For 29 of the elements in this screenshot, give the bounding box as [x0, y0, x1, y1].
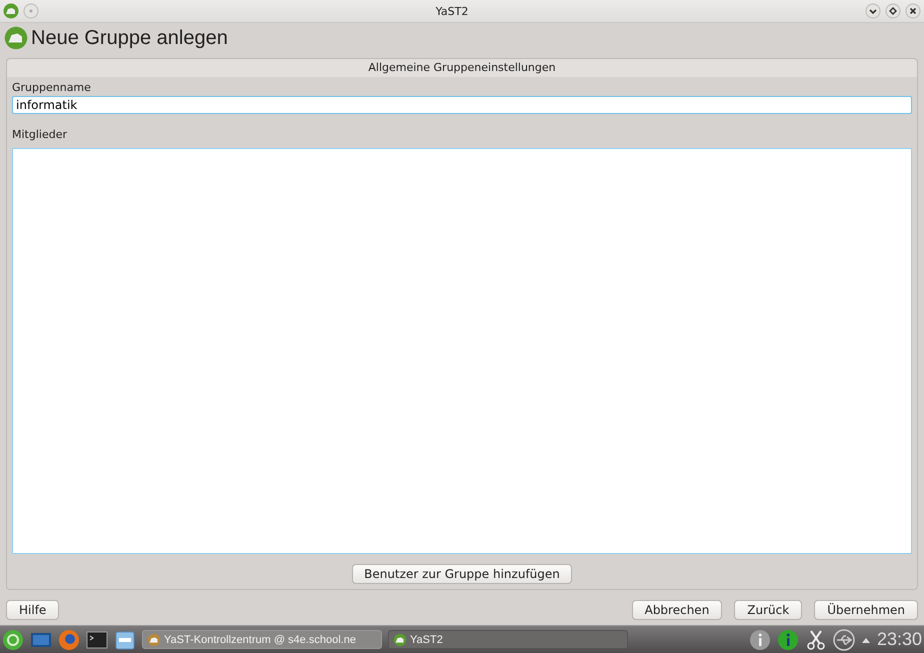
group-name-field[interactable]: informatik [12, 96, 912, 114]
panel-title: Allgemeine Gruppeneinstellungen [368, 61, 556, 74]
minimize-icon[interactable] [865, 3, 881, 19]
page-heading: Neue Gruppe anlegen [31, 26, 228, 50]
app-icon [4, 26, 28, 50]
field-label: Mitglieder [12, 127, 67, 143]
field-label: Gruppenname [12, 80, 91, 96]
help-button[interactable]: Hilfe [6, 600, 60, 620]
browser-icon[interactable] [58, 628, 80, 650]
accept-button[interactable]: Übernehmen [814, 600, 918, 620]
file-manager-icon[interactable] [114, 628, 136, 650]
taskbar-task[interactable]: YaST2 [388, 630, 628, 649]
cancel-button[interactable]: Abbrechen [632, 600, 722, 620]
usb-icon[interactable] [832, 628, 855, 650]
close-icon[interactable] [905, 3, 921, 19]
info-icon[interactable] [776, 628, 799, 650]
app-icon [393, 632, 407, 646]
scissors-icon[interactable] [804, 628, 827, 650]
add-user-button[interactable]: Benutzer zur Gruppe hinzufügen [352, 564, 572, 584]
maximize-icon[interactable] [885, 3, 901, 19]
app-icon [147, 632, 161, 646]
clock: 23:30 [876, 629, 922, 650]
app-icon [3, 3, 19, 19]
info-icon[interactable] [748, 628, 771, 650]
window-title: YaST2 [434, 4, 470, 18]
caret-icon[interactable] [860, 636, 871, 644]
terminal-icon[interactable] [86, 628, 108, 650]
back-button[interactable]: Zurück [734, 600, 802, 620]
start-menu-icon[interactable] [2, 628, 24, 650]
